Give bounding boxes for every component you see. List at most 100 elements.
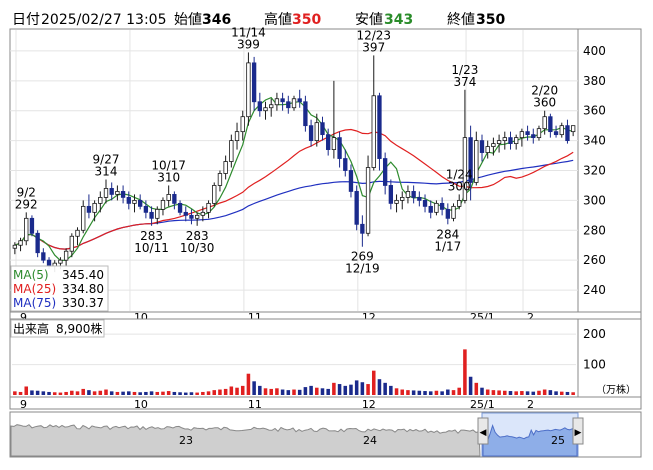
volume-bar <box>132 391 137 395</box>
candle-body <box>109 188 114 195</box>
annotation-price: 300 <box>448 179 471 193</box>
candle-body <box>234 131 240 142</box>
annotation-price: 399 <box>237 37 260 51</box>
low-value: 343 <box>384 12 413 28</box>
annotation-date: 9/27 <box>93 152 120 166</box>
volume-bar <box>18 391 23 395</box>
annotation-price: 310 <box>157 170 180 184</box>
candle-body <box>525 131 530 136</box>
candle-body <box>46 259 52 267</box>
candle-body <box>103 188 109 198</box>
candle-body <box>531 134 536 139</box>
volume-bar <box>115 391 120 395</box>
annotation-date: 1/17 <box>434 239 461 253</box>
candle-body <box>331 137 337 150</box>
candle-body <box>326 134 331 150</box>
candle-body <box>394 199 399 204</box>
candle-body <box>189 214 194 219</box>
volume-tick-label: 100 <box>583 358 606 372</box>
volume-bar <box>446 389 450 395</box>
candle-body <box>143 205 149 213</box>
candle-body <box>479 140 485 153</box>
volume-bar <box>212 390 217 395</box>
candle-body <box>400 197 405 201</box>
volume-bar <box>531 391 536 395</box>
month-axis-strip <box>9 396 642 410</box>
volume-bar <box>571 392 575 395</box>
candle-body <box>314 122 319 142</box>
month-label-bottom: 11 <box>248 398 262 411</box>
volume-bar <box>383 382 387 395</box>
candle-body <box>405 191 411 198</box>
candle-body <box>439 202 445 210</box>
month-label-bottom: 2 <box>527 398 534 411</box>
month-label-bottom: 12 <box>362 398 376 411</box>
volume-bar <box>81 388 85 395</box>
annotation-date: 10/11 <box>134 241 169 255</box>
high-label: 高値 <box>264 11 292 28</box>
volume-bar <box>451 390 456 395</box>
candle-body <box>98 197 103 204</box>
annotation-date: 10/17 <box>151 158 186 172</box>
volume-bar <box>121 391 125 395</box>
month-label-bottom: 9 <box>20 398 27 411</box>
date-label: 日付 <box>12 12 40 28</box>
volume-bar <box>144 391 148 395</box>
left-handle-arrow-icon: ◀ <box>480 428 487 438</box>
volume-bar <box>366 384 370 395</box>
candle-body <box>18 240 23 246</box>
candle-body <box>291 98 297 109</box>
volume-bar <box>520 391 524 395</box>
volume-bar <box>514 391 518 395</box>
price-tick-label: 380 <box>583 74 606 88</box>
candle-body <box>177 202 183 213</box>
volume-value: 8,900株 <box>56 321 102 336</box>
price-tick-label: 360 <box>583 104 606 118</box>
legend-ma5-value: 345.40 <box>62 268 104 282</box>
volume-bar <box>332 382 336 395</box>
volume-bar <box>480 387 484 395</box>
candle-body <box>183 211 188 216</box>
candle-body <box>126 197 131 204</box>
volume-bar <box>252 381 256 395</box>
candle-body <box>411 191 416 198</box>
candle-body <box>138 199 143 207</box>
right-handle-arrow-icon: ▶ <box>575 428 582 438</box>
volume-bar <box>508 391 513 395</box>
volume-bar <box>303 387 308 395</box>
volume-bar <box>75 391 80 395</box>
ma-legend: MA(5) 345.40 MA(25) 334.80 MA(75) 330.37 <box>10 265 109 312</box>
candle-body <box>519 131 525 139</box>
navigator-year-23: 23 <box>179 434 193 447</box>
candle-body <box>508 137 513 144</box>
candle-body <box>457 199 462 207</box>
candle-body <box>548 116 553 133</box>
volume-bar <box>58 392 63 395</box>
volume-bar <box>491 390 496 395</box>
volume-bar <box>559 391 564 395</box>
price-tick-label: 300 <box>583 193 606 207</box>
volume-bar <box>24 386 29 395</box>
candle-body <box>445 208 450 219</box>
price-tick-label: 280 <box>583 223 606 237</box>
range-navigator[interactable]: ◀ ▶ 23 24 25 <box>9 411 642 458</box>
volume-bar <box>554 391 558 395</box>
candle-body <box>286 101 291 109</box>
annotation-date: 9/2 <box>17 185 36 199</box>
volume-bar <box>138 392 142 395</box>
volume-bar <box>485 389 490 395</box>
volume-bar <box>320 388 325 395</box>
volume-bar <box>423 391 427 395</box>
annotation-date: 10/30 <box>180 241 215 255</box>
volume-bar <box>468 376 473 395</box>
candle-body <box>559 125 564 136</box>
low-label: 安値 <box>355 12 383 28</box>
price-tick-label: 400 <box>583 44 606 58</box>
candle-body <box>354 191 359 225</box>
candle-body <box>257 101 262 112</box>
candle-body <box>496 140 502 144</box>
candle-body <box>269 104 274 109</box>
volume-bar <box>258 385 262 395</box>
candle-body <box>434 202 439 213</box>
volume-bar <box>286 390 291 395</box>
